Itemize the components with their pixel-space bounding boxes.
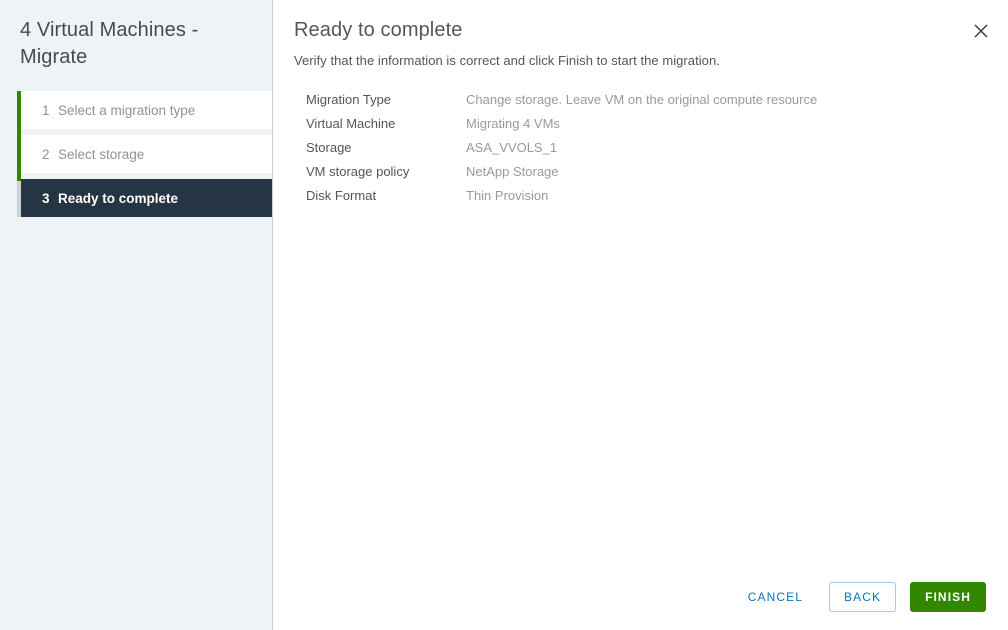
cancel-button[interactable]: CANCEL (736, 582, 815, 612)
step-number: 2 (42, 146, 50, 162)
wizard-footer: CANCEL BACK FINISH (736, 582, 986, 612)
table-row: Storage ASA_VVOLS_1 (306, 135, 1008, 159)
summary-label: Storage (306, 139, 352, 155)
summary-value: Thin Provision (466, 187, 549, 203)
wizard-sidebar: 4 Virtual Machines - Migrate 1 Select a … (0, 0, 273, 630)
summary-value: Migrating 4 VMs (466, 115, 560, 131)
step-label: Select storage (58, 146, 145, 162)
summary-value: Change storage. Leave VM on the original… (466, 91, 818, 107)
step-label: Ready to complete (58, 190, 179, 206)
migrate-wizard-dialog: 4 Virtual Machines - Migrate 1 Select a … (0, 0, 1008, 630)
page-subtitle: Verify that the information is correct a… (294, 53, 720, 68)
sidebar-step-select-a-migration-type[interactable]: 1 Select a migration type (21, 91, 272, 129)
sidebar-step-ready-to-complete[interactable]: 3 Ready to complete (21, 179, 272, 217)
close-button[interactable] (968, 18, 994, 44)
summary-label: Virtual Machine (306, 115, 396, 131)
step-number: 1 (42, 102, 50, 118)
step-number: 3 (42, 190, 50, 206)
table-row: Disk Format Thin Provision (306, 183, 1008, 207)
finish-button[interactable]: FINISH (910, 582, 986, 612)
table-row: Virtual Machine Migrating 4 VMs (306, 111, 1008, 135)
summary-label: VM storage policy (306, 163, 410, 179)
wizard-title: 4 Virtual Machines - Migrate (20, 19, 199, 68)
summary-table: Migration Type Change storage. Leave VM … (273, 87, 1008, 207)
back-button[interactable]: BACK (828, 582, 897, 612)
close-icon (974, 24, 988, 38)
wizard-step-list: 1 Select a migration type 2 Select stora… (0, 91, 272, 217)
summary-value: ASA_VVOLS_1 (466, 139, 558, 155)
table-row: Migration Type Change storage. Leave VM … (306, 87, 1008, 111)
step-label: Select a migration type (58, 102, 196, 118)
sidebar-step-select-storage[interactable]: 2 Select storage (21, 135, 272, 173)
summary-label: Migration Type (306, 91, 392, 107)
page-title: Ready to complete (294, 19, 463, 41)
wizard-content: Ready to complete Verify that the inform… (273, 0, 1008, 630)
summary-value: NetApp Storage (466, 163, 559, 179)
table-row: VM storage policy NetApp Storage (306, 159, 1008, 183)
summary-label: Disk Format (306, 187, 377, 203)
